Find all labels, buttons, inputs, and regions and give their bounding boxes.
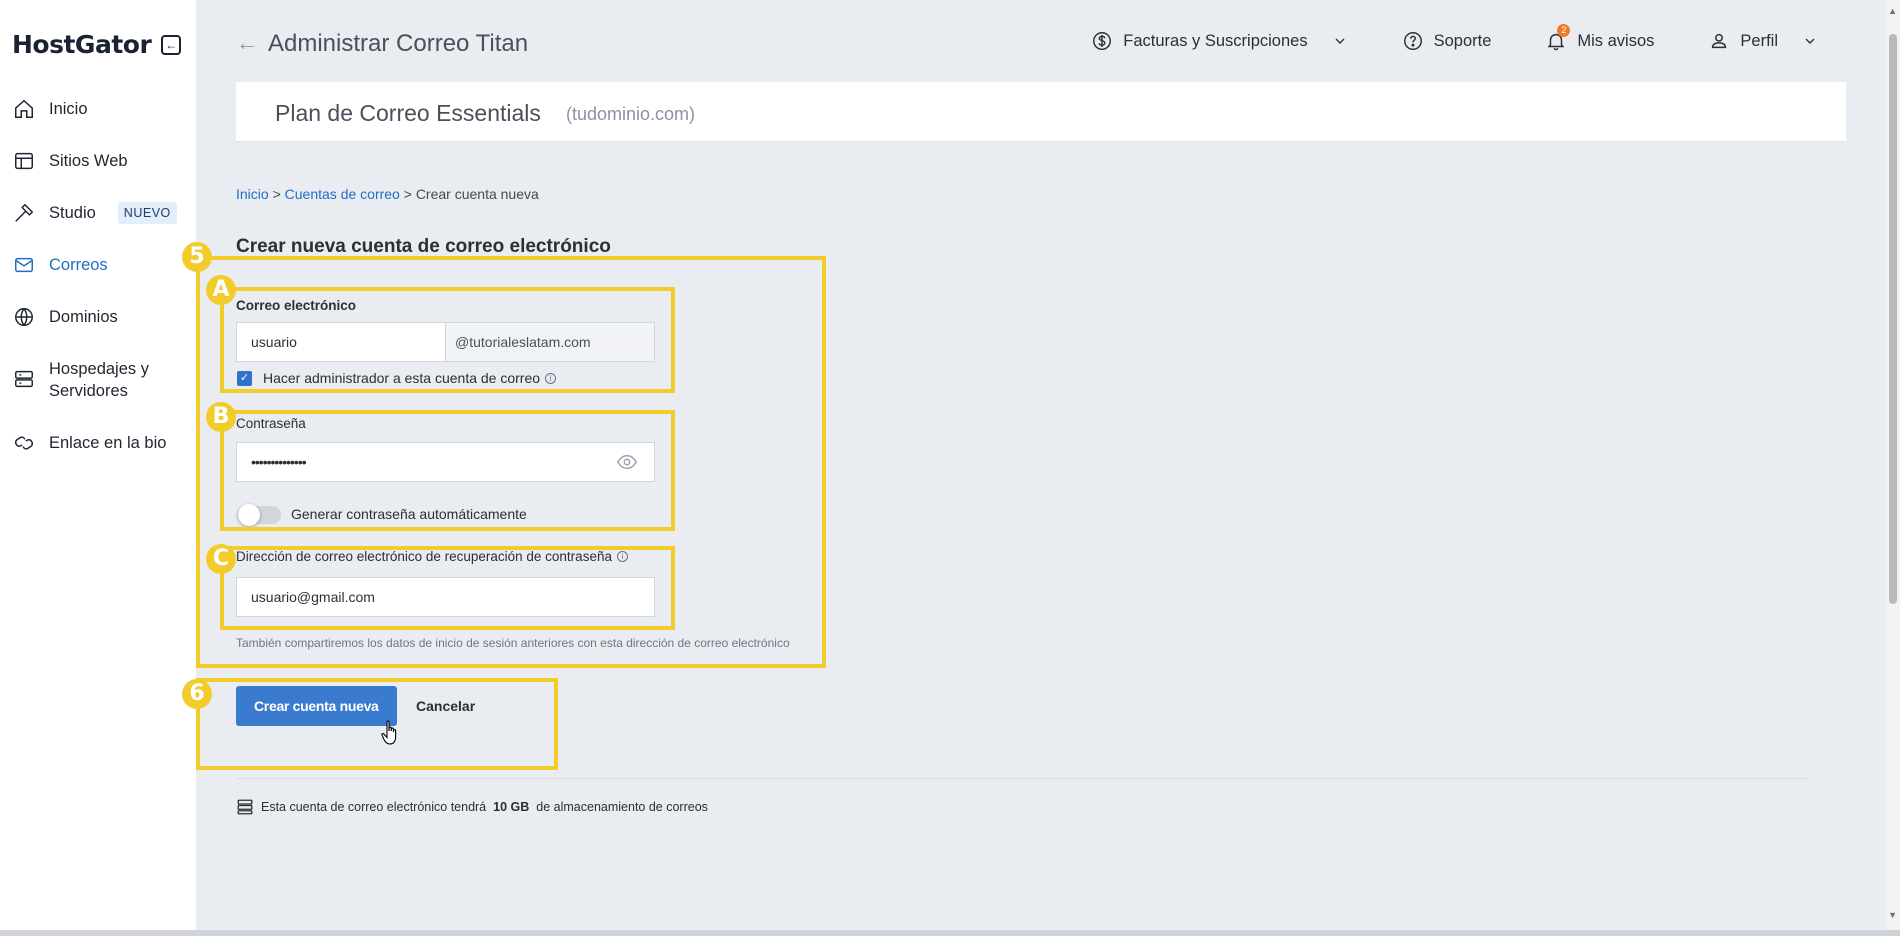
breadcrumb-separator: > [272, 186, 281, 202]
profile-menu[interactable]: Perfil [1708, 30, 1818, 52]
support-label: Soporte [1433, 31, 1492, 50]
breadcrumb-accounts-link[interactable]: Cuentas de correo [285, 186, 400, 202]
annotation-box-6 [196, 678, 558, 770]
sidebar-item-label: Enlace en la bio [49, 434, 167, 452]
breadcrumb-home-link[interactable]: Inicio [236, 186, 269, 202]
vertical-scrollbar[interactable]: ▲ ▼ [1886, 0, 1900, 936]
storage-note-amount: 10 GB [493, 800, 530, 814]
server-icon [13, 368, 35, 390]
sidebar-item-label: Hospedajes y Servidores [49, 358, 149, 402]
annotation-box-b [220, 410, 675, 531]
notification-count-badge: 2 [1557, 24, 1571, 37]
sidebar-item-label: Inicio [49, 100, 88, 118]
storage-note-prefix: Esta cuenta de correo electrónico tendrá [261, 800, 487, 814]
sidebar-item-dominios[interactable]: Dominios [0, 306, 196, 328]
link-icon [13, 432, 35, 454]
sidebar-item-enlace-bio[interactable]: Enlace en la bio [0, 432, 196, 454]
sidebar-item-correos[interactable]: Correos [0, 254, 196, 276]
hostgator-logo[interactable]: HostGator [12, 30, 152, 59]
annotation-badge-5: 5 [182, 242, 212, 272]
chevron-down-icon [1335, 38, 1345, 44]
plan-title: Plan de Correo Essentials [275, 100, 541, 126]
breadcrumb-separator: > [403, 186, 412, 202]
dollar-circle-icon [1093, 32, 1112, 50]
back-arrow-icon[interactable]: ← [236, 30, 258, 56]
annotation-box-a [220, 287, 675, 393]
plan-domain: (tudominio.com) [566, 104, 696, 124]
chevron-down-icon [1805, 38, 1815, 44]
sidebar-item-studio[interactable]: Studio NUEVO [0, 202, 196, 224]
breadcrumb: Inicio > Cuentas de correo > Crear cuent… [236, 186, 539, 202]
annotation-badge-c: C [206, 544, 236, 574]
sidebar-item-hospedajes[interactable]: Hospedajes y Servidores [0, 358, 196, 402]
help-circle-icon [1403, 32, 1422, 50]
storage-note: Esta cuenta de correo electrónico tendrá… [236, 798, 708, 816]
storage-note-suffix: de almacenamiento de correos [536, 800, 708, 814]
bottom-edge [0, 930, 1900, 936]
support-link[interactable]: Soporte [1402, 30, 1492, 52]
scroll-thumb[interactable] [1889, 34, 1897, 604]
top-nav: Facturas y Suscripciones Soporte 2 Mis a… [1091, 24, 1818, 52]
sidebar-item-label: Correos [49, 256, 108, 274]
billing-label: Facturas y Suscripciones [1123, 31, 1308, 50]
annotation-badge-a: A [206, 275, 236, 305]
logo-area: HostGator ← [12, 30, 182, 59]
new-badge: NUEVO [117, 202, 177, 224]
profile-label: Perfil [1740, 31, 1778, 50]
sidebar-nav: Inicio Sitios Web Studio NUEVO Correos D… [0, 98, 196, 484]
collapse-left-icon[interactable]: ← [161, 34, 182, 55]
annotation-badge-b: B [206, 402, 236, 432]
form-title: Crear nueva cuenta de correo electrónico [236, 236, 611, 257]
hand-cursor-icon [381, 720, 397, 745]
mail-icon [13, 254, 35, 276]
layout-icon [13, 150, 35, 172]
sidebar: HostGator ← Inicio Sitios Web Studio NUE… [0, 0, 196, 936]
scroll-up-icon[interactable]: ▲ [1888, 6, 1897, 16]
annotation-box-c [220, 546, 675, 630]
sidebar-item-label-line2: Servidores [49, 382, 128, 400]
top-header: ← Administrar Correo Titan Facturas y Su… [196, 0, 1900, 80]
studio-icon [13, 202, 35, 224]
sidebar-item-label: Sitios Web [49, 152, 128, 170]
sidebar-item-label: Studio [49, 204, 96, 222]
scroll-down-icon[interactable]: ▼ [1888, 910, 1897, 920]
annotation-badge-6: 6 [182, 679, 212, 709]
user-icon [1712, 33, 1727, 49]
sidebar-item-inicio[interactable]: Inicio [0, 98, 196, 120]
billing-menu[interactable]: Facturas y Suscripciones [1091, 30, 1347, 52]
sidebar-item-label-line1: Hospedajes y [49, 360, 149, 378]
plan-bar: Plan de Correo Essentials (tudominio.com… [236, 82, 1846, 142]
sidebar-item-label: Dominios [49, 308, 118, 326]
notices-link[interactable]: 2 Mis avisos [1545, 24, 1655, 52]
page-title: Administrar Correo Titan [268, 30, 529, 57]
notices-label: Mis avisos [1577, 31, 1655, 50]
home-icon [13, 98, 35, 120]
sidebar-item-sitios-web[interactable]: Sitios Web [0, 150, 196, 172]
storage-icon [237, 799, 253, 815]
breadcrumb-current: Crear cuenta nueva [415, 186, 539, 202]
globe-icon [13, 306, 35, 328]
divider [236, 778, 1808, 779]
